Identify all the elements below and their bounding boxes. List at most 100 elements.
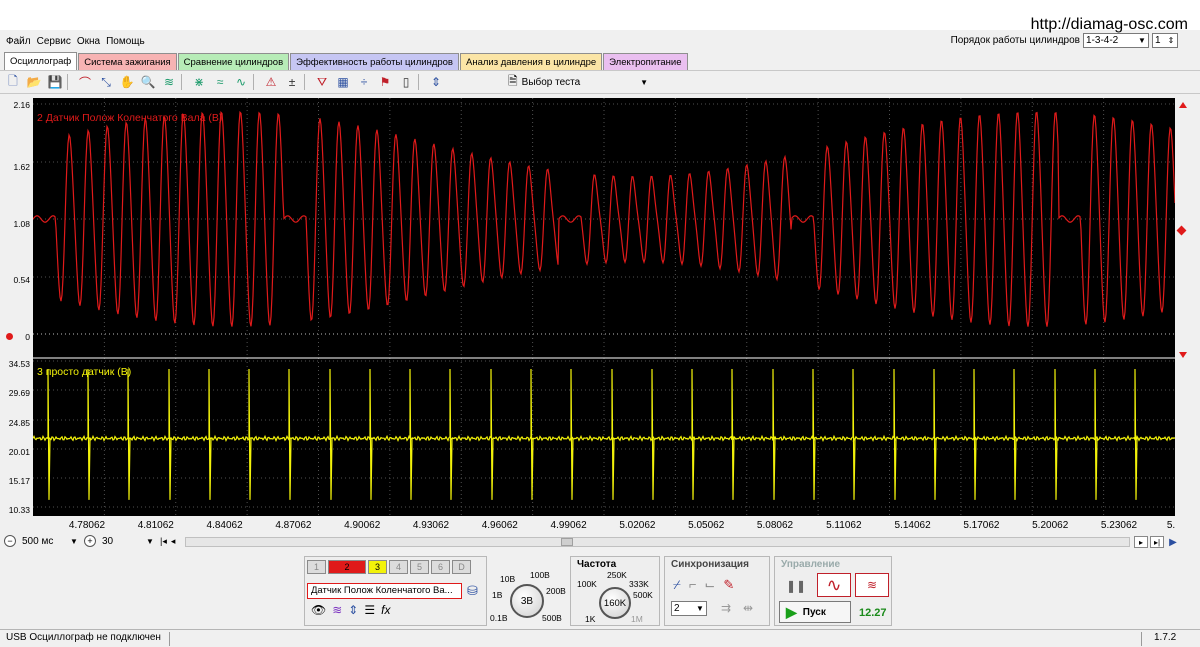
test-select-dropdown[interactable]: 🗎 Выбор теста ▼ — [508, 73, 648, 91]
menu-service[interactable]: Сервис — [37, 36, 71, 47]
play-scroll-icon[interactable]: ▶ — [1166, 536, 1180, 548]
channel-5-button[interactable]: 5 — [410, 560, 429, 574]
right-axis-markers — [1175, 98, 1200, 516]
x-axis: 4.78062 4.81062 4.84062 4.87062 4.90062 4.930… — [33, 516, 1175, 536]
voltage-knob[interactable]: 3В — [510, 584, 544, 618]
cylinder-order: Порядок работы цилиндров 1-3-4-2 ▼ 1 ⇕ — [951, 33, 1178, 48]
page-icon[interactable]: ▯ — [397, 73, 415, 91]
open-folder-icon[interactable]: 📂 — [25, 73, 43, 91]
scrollbar-thumb[interactable] — [561, 538, 573, 546]
sync-collapse-icon[interactable]: ⇹ — [743, 601, 753, 615]
auto-icon[interactable]: ⚠ — [262, 73, 280, 91]
channel-2-button[interactable]: 2 — [328, 560, 366, 574]
zoom-select[interactable]: 30 ▼ — [100, 534, 156, 549]
vertical-move-icon[interactable]: ⇕ — [348, 603, 358, 617]
sync-expand-icon[interactable]: ⇉ — [721, 601, 731, 615]
zoom-out-icon[interactable]: − — [4, 535, 16, 547]
cursor-trigger-icon[interactable]: ✎ — [723, 577, 734, 593]
tab-cylinder-efficiency[interactable]: Эффективность работы цилиндров — [290, 53, 459, 70]
cylinder-count-spinner[interactable]: 1 ⇕ — [1152, 33, 1178, 48]
tab-cylinder-compare[interactable]: Сравнение цилиндров — [177, 53, 290, 70]
sync-title: Синхронизация — [671, 559, 749, 570]
voltage-value: 3В — [520, 595, 534, 607]
multi-wave-icon[interactable]: ≋ — [855, 573, 889, 597]
hand-icon[interactable]: ✋ — [118, 73, 136, 91]
pause-icon[interactable]: ❚❚ — [783, 575, 809, 597]
tab-power-supply[interactable]: Электропитание — [603, 53, 688, 70]
toolbar-separator — [304, 74, 310, 90]
pulse-wave-icon[interactable]: ≈ — [211, 73, 229, 91]
frequency-label: 100K — [577, 579, 597, 589]
spinner-arrows-icon: ⇕ — [1167, 36, 1175, 45]
menu-file[interactable]: Файл — [6, 36, 31, 47]
x-tick-label: 5.23062 — [1100, 520, 1138, 531]
step-forward-icon[interactable]: ▸ — [1134, 536, 1148, 548]
channel-4-button[interactable]: 4 — [389, 560, 408, 574]
menu-windows[interactable]: Окна — [77, 36, 100, 47]
zoom-in-icon[interactable]: + — [84, 535, 96, 547]
ch2-zero-marker[interactable] — [6, 333, 13, 340]
menu-help[interactable]: Помощь — [106, 36, 145, 47]
pulse-up-icon[interactable]: ⋇ — [190, 73, 208, 91]
channel-3-button[interactable]: 3 — [368, 560, 387, 574]
ch2-bottom-marker[interactable] — [1179, 352, 1187, 358]
jump-end-icon[interactable]: ▸| — [1150, 536, 1164, 548]
ch2-y-tick: 1.62 — [13, 162, 30, 172]
step-back-icon[interactable]: ◂ — [171, 536, 176, 547]
funnel-icon[interactable]: ⛛ — [313, 73, 331, 91]
version-label: 1.7.2 — [1154, 632, 1177, 643]
tab-ignition[interactable]: Система зажигания — [78, 53, 177, 70]
flag-icon[interactable]: ⚑ — [376, 73, 394, 91]
channel-d-button[interactable]: D — [452, 560, 471, 574]
pulse-double-icon[interactable]: ∿ — [232, 73, 250, 91]
sync-channel-select[interactable]: 2 ▼ — [671, 601, 707, 616]
cursor-move-icon[interactable]: ⤡ — [97, 73, 115, 91]
tab-label: Электропитание — [609, 56, 682, 68]
eye-icon[interactable]: 👁 — [311, 603, 326, 617]
tab-pressure-analysis[interactable]: Анализ давления в цилиндре — [459, 53, 603, 70]
website-watermark: http://diamag-osc.com — [1030, 16, 1188, 33]
zoom-icon[interactable]: 🔍 — [139, 73, 157, 91]
zero-icon[interactable]: ± — [283, 73, 301, 91]
x-tick-label: 4.81062 — [137, 520, 174, 531]
tab-oscilloscope[interactable]: Осциллограф — [4, 52, 78, 70]
tab-label: Система зажигания — [84, 56, 171, 68]
step-up-icon[interactable]: ⌐ — [689, 577, 697, 593]
ch3-title: 3 просто датчик (В) — [37, 366, 132, 378]
start-button[interactable]: ▶ Пуск — [779, 601, 851, 623]
filter-icon[interactable]: ≋ — [160, 73, 178, 91]
rising-edge-icon[interactable]: ⌿ — [673, 577, 681, 593]
channel-1-button[interactable]: 1 — [307, 560, 326, 574]
frequency-label: 1K — [585, 614, 596, 624]
chevron-down-icon: ▼ — [640, 77, 648, 87]
cursor-arc-icon[interactable]: ⌒ — [76, 73, 94, 91]
grid-icon[interactable]: ▦ — [334, 73, 352, 91]
jump-start-icon[interactable]: |◂ — [160, 536, 167, 547]
status-bar: USB Осциллограф не подключен 1.7.2 — [0, 629, 1200, 647]
ch2-y-tick: 0.54 — [13, 275, 30, 285]
save-icon[interactable]: 💾 — [46, 73, 64, 91]
frequency-label: 250K — [607, 570, 627, 580]
frequency-label: 333K — [629, 579, 649, 589]
auto-scale-icon[interactable]: ⇕ — [427, 73, 445, 91]
function-icon[interactable]: fx — [381, 603, 390, 617]
x-tick-label: 4.99062 — [550, 520, 587, 531]
sensor-settings-icon[interactable]: ⛁ — [467, 583, 478, 599]
lines-icon[interactable]: ☰ — [364, 603, 375, 617]
timebase-select[interactable]: 500 мс ▼ — [20, 534, 80, 549]
frequency-knob[interactable]: 160K — [599, 587, 631, 619]
horizontal-scrollbar[interactable] — [185, 537, 1130, 547]
step-down-icon[interactable]: ⌙ — [704, 577, 715, 593]
ch2-trigger-marker[interactable] — [1176, 225, 1187, 236]
oscilloscope-plot[interactable]: 2 Датчик Полож Коленчатого Вала (В) 3 пр… — [33, 98, 1175, 516]
sensor-name-field[interactable]: Датчик Полож Коленчатого Ва... — [307, 583, 462, 599]
cylinder-order-select[interactable]: 1-3-4-2 ▼ — [1083, 33, 1149, 48]
new-file-icon[interactable]: 🗋 — [4, 73, 22, 91]
wave-filter-icon[interactable]: ≋ — [332, 603, 342, 617]
channel-6-button[interactable]: 6 — [431, 560, 450, 574]
ch2-top-marker[interactable] — [1179, 102, 1187, 108]
split-icon[interactable]: ÷ — [355, 73, 373, 91]
single-wave-icon[interactable]: ∿ — [817, 573, 851, 597]
x-tick-label: 4.90062 — [344, 520, 381, 531]
frequency-label: 500K — [633, 590, 653, 600]
